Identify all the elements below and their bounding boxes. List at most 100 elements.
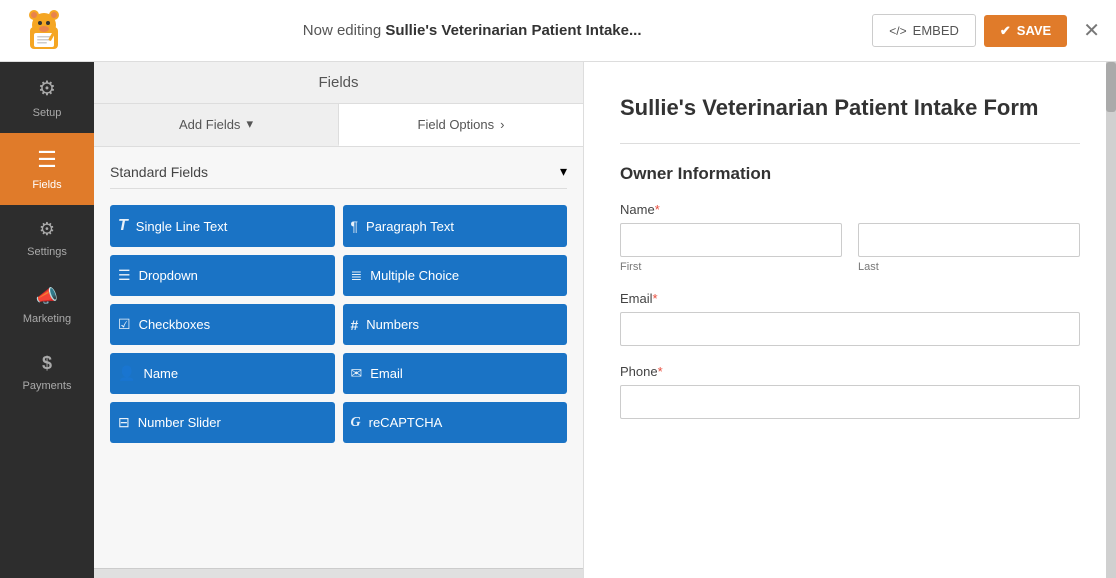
settings-icon: ⚙: [39, 219, 55, 240]
first-name-input[interactable]: [620, 223, 842, 257]
sidebar-item-settings[interactable]: ⚙ Settings: [0, 205, 94, 272]
email-required: *: [653, 291, 658, 306]
dropdown-label: Dropdown: [139, 268, 198, 283]
fields-grid: T Single Line Text ¶ Paragraph Text ☰ Dr…: [110, 205, 567, 443]
logo-icon: [20, 7, 68, 55]
setup-icon: ⚙: [38, 76, 56, 101]
first-name-sublabel: First: [620, 261, 842, 273]
form-preview: Sullie's Veterinarian Patient Intake For…: [584, 62, 1116, 578]
numbers-label: Numbers: [366, 317, 419, 332]
topbar: Now editing Sullie's Veterinarian Patien…: [0, 0, 1116, 62]
field-options-arrow: ›: [500, 117, 504, 132]
last-name-group: Last: [858, 223, 1080, 273]
scrollbar-thumb: [1106, 62, 1116, 112]
email-button[interactable]: ✉ Email: [343, 353, 568, 394]
multiple-choice-icon: ≣: [351, 267, 363, 284]
field-options-label: Field Options: [418, 117, 495, 132]
fields-header: Fields: [94, 62, 583, 104]
last-name-input[interactable]: [858, 223, 1080, 257]
editing-title: Now editing Sullie's Veterinarian Patien…: [72, 22, 872, 39]
logo: [16, 3, 72, 59]
email-label: Email: [370, 366, 403, 381]
form-divider: [620, 143, 1080, 144]
phone-field-group: Phone*: [620, 364, 1080, 419]
multiple-choice-label: Multiple Choice: [370, 268, 459, 283]
fields-panel-scrollbar[interactable]: [94, 568, 583, 578]
name-icon: 👤: [118, 365, 135, 382]
sidebar-label-settings: Settings: [27, 246, 67, 258]
number-slider-button[interactable]: ⊟ Number Slider: [110, 402, 335, 443]
phone-input[interactable]: [620, 385, 1080, 419]
fields-header-label: Fields: [318, 74, 358, 91]
tab-field-options[interactable]: Field Options ›: [339, 104, 583, 146]
save-button[interactable]: ✔ SAVE: [984, 15, 1067, 47]
email-input[interactable]: [620, 312, 1080, 346]
sidebar-item-payments[interactable]: $ Payments: [0, 339, 94, 406]
dropdown-button[interactable]: ☰ Dropdown: [110, 255, 335, 296]
sidebar-item-marketing[interactable]: 📣 Marketing: [0, 272, 94, 339]
number-slider-label: Number Slider: [138, 415, 221, 430]
first-name-group: First: [620, 223, 842, 273]
dropdown-icon: ☰: [118, 267, 131, 284]
sidebar-label-marketing: Marketing: [23, 313, 71, 325]
paragraph-text-button[interactable]: ¶ Paragraph Text: [343, 205, 568, 247]
email-label-text: Email: [620, 291, 653, 306]
section-collapse-icon: ▾: [560, 163, 567, 180]
topbar-actions: </> EMBED ✔ SAVE ✕: [872, 14, 1100, 47]
sidebar: ⚙ Setup ☰ Fields ⚙ Settings 📣 Marketing …: [0, 62, 94, 578]
recaptcha-label: reCAPTCHA: [369, 415, 443, 430]
standard-fields-label: Standard Fields: [110, 164, 208, 180]
name-label: Name: [143, 366, 178, 381]
sidebar-label-fields: Fields: [32, 179, 61, 191]
email-field-group: Email*: [620, 291, 1080, 346]
embed-button[interactable]: </> EMBED: [872, 14, 976, 47]
phone-required: *: [658, 364, 663, 379]
marketing-icon: 📣: [36, 286, 58, 307]
checkboxes-button[interactable]: ☑ Checkboxes: [110, 304, 335, 345]
sidebar-label-payments: Payments: [23, 380, 72, 392]
fields-icon: ☰: [37, 147, 57, 173]
check-icon: ✔: [1000, 23, 1011, 39]
name-subfields: First Last: [620, 223, 1080, 273]
fields-tabs: Add Fields ▾ Field Options ›: [94, 104, 583, 147]
numbers-icon: #: [351, 317, 359, 333]
phone-field-label: Phone*: [620, 364, 1080, 379]
name-button[interactable]: 👤 Name: [110, 353, 335, 394]
fields-panel: Fields Add Fields ▾ Field Options › Stan…: [94, 62, 584, 578]
preview-scrollbar[interactable]: [1106, 62, 1116, 578]
name-required: *: [655, 202, 660, 217]
add-fields-label: Add Fields: [179, 117, 240, 132]
number-slider-icon: ⊟: [118, 414, 130, 431]
sidebar-item-fields[interactable]: ☰ Fields: [0, 133, 94, 205]
email-field-label: Email*: [620, 291, 1080, 306]
section-label: Owner Information: [620, 164, 1080, 184]
add-fields-arrow: ▾: [246, 116, 253, 132]
recaptcha-icon: G: [351, 415, 361, 431]
single-line-text-icon: T: [118, 217, 128, 235]
name-label-text: Name: [620, 202, 655, 217]
payments-icon: $: [42, 353, 52, 374]
editing-prefix: Now editing: [303, 22, 386, 39]
single-line-text-button[interactable]: T Single Line Text: [110, 205, 335, 247]
close-button[interactable]: ✕: [1083, 18, 1100, 43]
multiple-choice-button[interactable]: ≣ Multiple Choice: [343, 255, 568, 296]
standard-fields-header: Standard Fields ▾: [110, 163, 567, 189]
preview-panel: Sullie's Veterinarian Patient Intake For…: [584, 62, 1116, 578]
name-field-label: Name*: [620, 202, 1080, 217]
name-field-group: Name* First Last: [620, 202, 1080, 273]
phone-label-text: Phone: [620, 364, 658, 379]
embed-icon: </>: [889, 24, 906, 38]
checkboxes-icon: ☑: [118, 316, 131, 333]
sidebar-item-setup[interactable]: ⚙ Setup: [0, 62, 94, 133]
email-icon: ✉: [351, 365, 363, 382]
tab-add-fields[interactable]: Add Fields ▾: [94, 104, 339, 146]
single-line-text-label: Single Line Text: [136, 219, 228, 234]
numbers-button[interactable]: # Numbers: [343, 304, 568, 345]
paragraph-text-label: Paragraph Text: [366, 219, 454, 234]
last-name-sublabel: Last: [858, 261, 1080, 273]
paragraph-text-icon: ¶: [351, 218, 359, 234]
sidebar-label-setup: Setup: [33, 107, 62, 119]
fields-body: Standard Fields ▾ T Single Line Text ¶ P…: [94, 147, 583, 568]
embed-label: EMBED: [913, 23, 959, 38]
recaptcha-button[interactable]: G reCAPTCHA: [343, 402, 568, 443]
